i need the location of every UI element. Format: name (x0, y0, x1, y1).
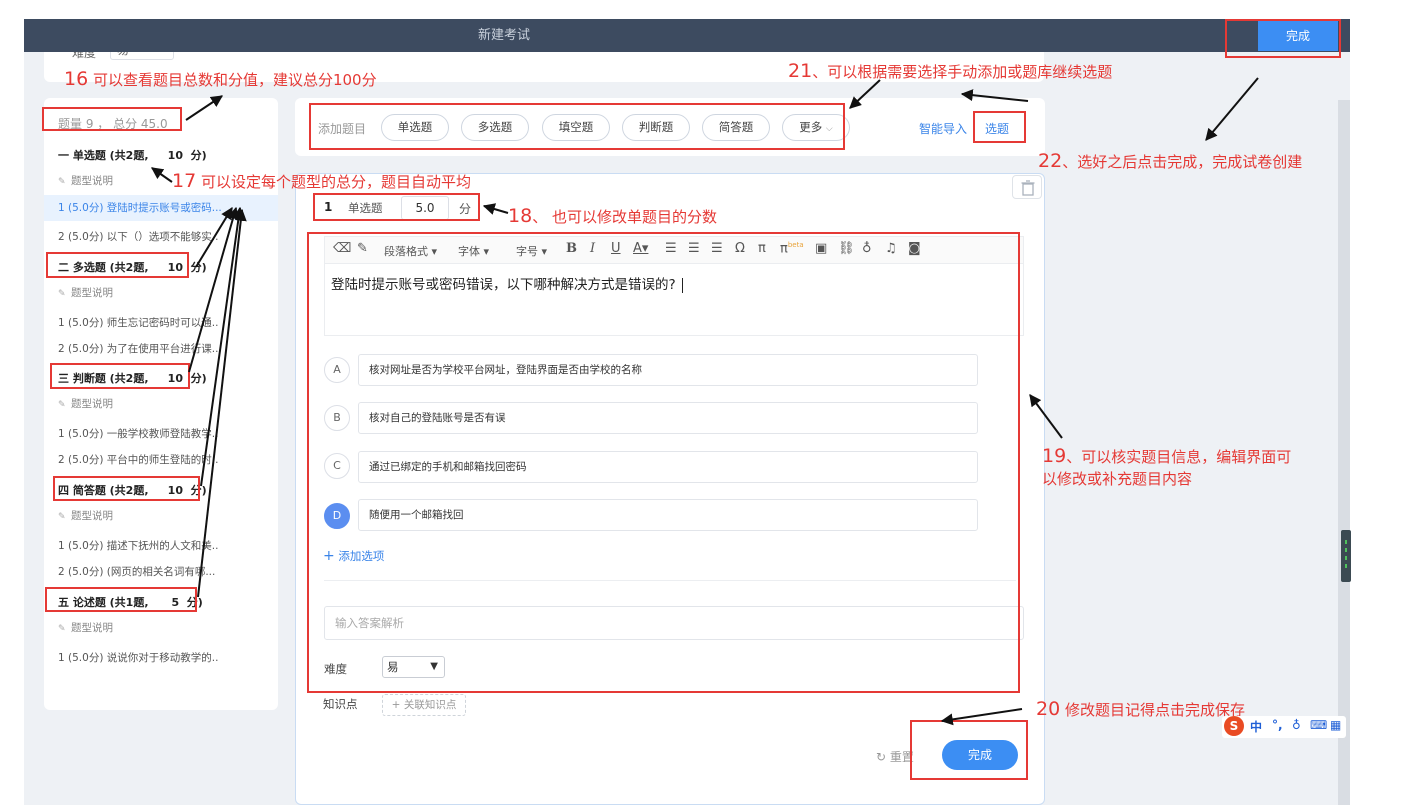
annotation-box-save (910, 720, 1028, 780)
refresh-icon: ↻ (876, 750, 887, 764)
annotation-box-score (313, 193, 480, 221)
annotation-box-section-4 (53, 476, 200, 501)
keyboard-icon[interactable]: ⌨ (1310, 718, 1327, 732)
annotation-box-finish (1225, 19, 1341, 58)
plus-icon: + (391, 699, 401, 711)
type-description-link[interactable]: ✎ 题型说明 (58, 620, 113, 635)
trash-icon (1021, 180, 1035, 196)
outline-item[interactable]: 2 (5.0分) 为了在使用平台进行课... (58, 341, 218, 356)
outline-item[interactable]: 2 (5.0分) (网页的相关名词有哪... (58, 564, 218, 579)
outline-item[interactable]: 2 (5.0分) 平台中的师生登陆的时... (58, 452, 218, 467)
smart-import-link[interactable]: 智能导入 (919, 120, 967, 137)
annotation-box-pick (973, 111, 1026, 143)
pencil-icon: ✎ (58, 624, 66, 634)
outline-item[interactable]: 1 (5.0分) 师生忘记密码时可以通... (58, 315, 218, 330)
annotation-18: 18、 也可以修改单题目的分数 (508, 205, 717, 227)
outline-item[interactable]: 1 (5.0分) 描述下抚州的人文和美... (58, 538, 218, 553)
outline-item[interactable]: 2 (5.0分) 以下（）选项不能够实... (58, 229, 218, 244)
screenshot-stage: 难度 易 新建考试 完成 题量 9 ， 总分 45.0 一 单选题 (共2题, … (0, 0, 1404, 805)
pencil-icon: ✎ (58, 177, 66, 187)
grid-icon[interactable]: ▦ (1330, 718, 1341, 732)
annotation-20: 20 修改题目记得点击完成保存 (1036, 698, 1245, 720)
ime-language-toggle[interactable]: 中 (1250, 718, 1262, 735)
annotation-17: 17 可以设定每个题型的总分，题目自动平均 (172, 170, 471, 192)
annotation-box-summary (42, 107, 182, 131)
knowledge-point-label: 知识点 (323, 697, 358, 711)
ime-punctuation-toggle[interactable]: °, (1272, 718, 1283, 732)
microphone-icon[interactable]: ♁ (1292, 718, 1301, 732)
annotation-box-section-3 (50, 363, 190, 389)
ime-logo[interactable]: S (1224, 716, 1244, 736)
type-description-link[interactable]: ✎ 题型说明 (58, 285, 113, 300)
pencil-icon: ✎ (58, 512, 66, 522)
page-scrollbar[interactable] (1338, 100, 1350, 805)
annotation-box-section-5 (45, 587, 197, 612)
annotation-box-toolbar (309, 103, 845, 150)
annotation-16: 16 可以查看题目总数和分值，建议总分100分 (64, 68, 377, 90)
window-title: 新建考试 (477, 28, 530, 43)
outline-item[interactable]: 1 (5.0分) 一般学校教师登陆教学... (58, 426, 218, 441)
outline-item[interactable]: 1 (5.0分) 说说你对于移动教学的... (58, 650, 218, 665)
type-description-link[interactable]: ✎ 题型说明 (58, 508, 113, 523)
delete-question-button[interactable] (1012, 175, 1042, 199)
outline-item[interactable]: 1 (5.0分) 登陆时提示账号或密码... (44, 195, 278, 221)
type-description-link[interactable]: ✎ 题型说明 (58, 396, 113, 411)
link-knowledge-point-button[interactable]: + 关联知识点 (382, 694, 466, 716)
annotation-21: 21、可以根据需要选择手动添加或题库继续选题 (788, 60, 1113, 82)
annotation-box-editor (307, 232, 1020, 693)
annotation-19: 19、可以核实题目信息，编辑界面可 以修改或补充题目内容 (1042, 445, 1292, 488)
section-title-single-choice[interactable]: 一 单选题 (共2题, 10 分) (58, 147, 207, 163)
annotation-box-section-2 (46, 252, 189, 278)
type-description-link[interactable]: ✎ 题型说明 (58, 173, 113, 188)
reset-button[interactable]: ↻ 重置 (876, 748, 914, 765)
pencil-icon: ✎ (58, 289, 66, 299)
scrollbar-thumb[interactable] (1341, 530, 1351, 582)
annotation-22: 22、选好之后点击完成，完成试卷创建 (1038, 150, 1303, 172)
pencil-icon: ✎ (58, 400, 66, 410)
